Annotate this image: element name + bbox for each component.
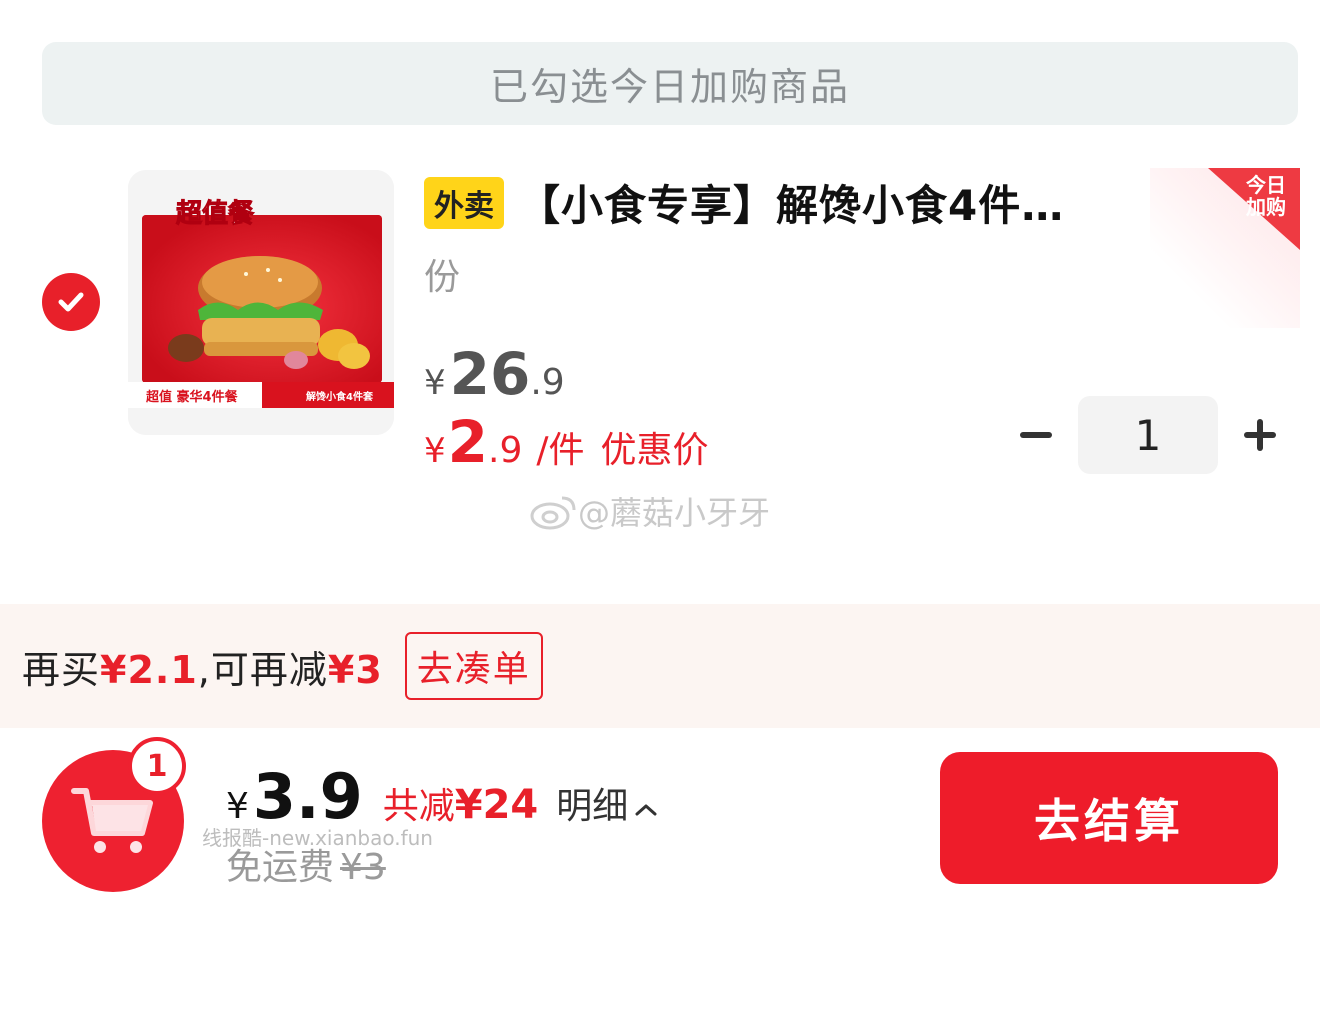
- saved-amount: ¥24: [454, 782, 539, 828]
- promo-price-currency: ¥: [424, 431, 446, 471]
- svg-text:超值餐: 超值餐: [176, 199, 255, 229]
- svg-text:解馋小食4件套: 解馋小食4件套: [306, 390, 374, 403]
- cart-icon: [71, 788, 153, 853]
- addon-promo-bar: 再买¥2.1,可再减¥3 去凑单: [0, 604, 1320, 728]
- detail-toggle[interactable]: 明细: [556, 777, 628, 829]
- product-title-line[interactable]: 外卖 【小食专享】解馋小食4件…: [424, 172, 1064, 233]
- shipping-info: 免运费 ¥3: [226, 838, 386, 890]
- original-price: ¥ 26 .9: [424, 340, 565, 408]
- promo-price-integer: 2: [447, 408, 488, 476]
- increase-button[interactable]: [1236, 411, 1284, 459]
- checkout-button[interactable]: 去结算: [940, 752, 1278, 884]
- product-thumbnail[interactable]: 超值餐 超值 豪华4件餐 解馋小食4件套: [128, 170, 394, 435]
- addon-discount: ¥3: [327, 647, 383, 692]
- weibo-icon: [530, 496, 576, 530]
- addon-middle: ,可再减: [197, 647, 328, 692]
- total-currency: ¥: [226, 786, 249, 827]
- shipping-label: 免运费: [226, 847, 335, 888]
- original-price-decimal: .9: [530, 362, 565, 403]
- check-icon: [58, 292, 84, 312]
- product-title: 【小食专享】解馋小食4件…: [518, 181, 1065, 230]
- promo-price-label: 优惠价: [600, 430, 709, 471]
- saved-prefix: 共减: [382, 786, 455, 827]
- cart-count-badge: 1: [128, 737, 186, 795]
- promo-price-unit: /件: [536, 430, 585, 471]
- product-title-continued: 份: [424, 257, 461, 298]
- weibo-watermark: @蘑菇小牙牙: [530, 488, 770, 534]
- decrease-button[interactable]: [1012, 411, 1060, 459]
- today-added-corner: 今日加购: [1150, 168, 1300, 328]
- original-price-currency: ¥: [424, 363, 446, 403]
- addon-message: 再买¥2.1,可再减¥3: [22, 639, 383, 694]
- today-added-badge: 今日加购: [1208, 168, 1300, 250]
- addon-amount: ¥2.1: [100, 647, 198, 692]
- today-added-label: 今日加购: [1246, 173, 1286, 219]
- shipping-original-fee: ¥3: [340, 847, 386, 888]
- watermark-text: @蘑菇小牙牙: [578, 494, 771, 532]
- added-today-notice: 已勾选今日加购商品: [42, 42, 1298, 125]
- meal-image: 超值餐 超值 豪华4件餐 解馋小食4件套: [128, 170, 394, 435]
- select-checkbox[interactable]: [42, 273, 100, 331]
- addon-prefix: 再买: [22, 647, 101, 692]
- minus-icon: [1020, 432, 1052, 438]
- svg-text:超值 豪华4件餐: 超值 豪华4件餐: [146, 389, 239, 405]
- promo-price-decimal: .9: [488, 430, 523, 471]
- plus-icon: [1244, 419, 1276, 451]
- add-more-button[interactable]: 去凑单: [404, 632, 543, 700]
- quantity-stepper: 1: [1012, 396, 1284, 474]
- chevron-up-icon[interactable]: [634, 796, 658, 824]
- original-price-integer: 26: [449, 340, 531, 408]
- quantity-field[interactable]: 1: [1078, 396, 1218, 474]
- product-item: 超值餐 超值 豪华4件餐 解馋小食4件套 今日加购 外卖 【小食专享】解馋小食4…: [0, 150, 1320, 570]
- notice-text: 已勾选今日加购商品: [489, 65, 850, 109]
- promo-price: ¥ 2 .9 /件 优惠价: [424, 408, 709, 476]
- delivery-tag: 外卖: [424, 176, 504, 229]
